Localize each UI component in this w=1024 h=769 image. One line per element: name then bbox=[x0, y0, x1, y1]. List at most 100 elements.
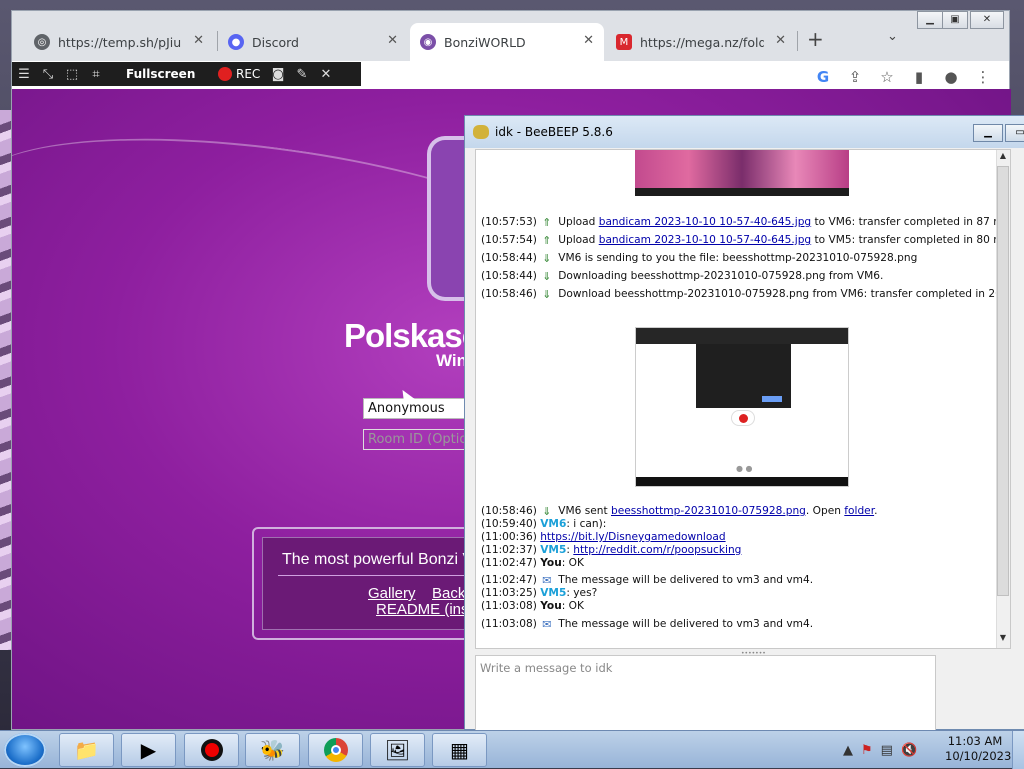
show-hidden-icons-icon[interactable]: ▲ bbox=[843, 743, 853, 758]
message-link[interactable]: http://reddit.com/r/poopsucking bbox=[573, 544, 741, 556]
bonzi-icon: ◉ bbox=[420, 34, 436, 50]
message-link[interactable]: bandicam 2023-10-10 10-57-40-645.jpg bbox=[599, 216, 811, 228]
screenshot-thumbnail[interactable] bbox=[635, 150, 849, 196]
record-icon[interactable] bbox=[218, 67, 232, 81]
message-link[interactable]: bandicam 2023-10-10 10-57-40-645.jpg bbox=[599, 234, 811, 246]
more-menu-icon[interactable]: ⋮ bbox=[967, 63, 999, 91]
media-player-icon[interactable]: ▶ bbox=[121, 733, 176, 767]
action-center-icon[interactable]: ⚑ bbox=[861, 743, 873, 758]
rec-label[interactable]: REC bbox=[236, 67, 266, 81]
close-recorder-icon[interactable]: ✕ bbox=[314, 67, 338, 82]
message-timestamp: (10:57:54) bbox=[481, 234, 541, 246]
scroll-down-icon[interactable]: ▼ bbox=[997, 633, 1009, 647]
share-icon[interactable]: ⇪ bbox=[839, 63, 871, 91]
maximize-button[interactable]: ▭ bbox=[1005, 124, 1024, 142]
tab-title: https://temp.sh/pJiuE/B... bbox=[58, 34, 182, 50]
recording-bar: ☰ ⤡ ⬚ ⌗ Fullscreen REC ◙ ✎ ✕ bbox=[12, 62, 361, 86]
fullscreen-label[interactable]: Fullscreen bbox=[126, 67, 206, 81]
chrome-icon[interactable] bbox=[308, 733, 363, 767]
tab-discord[interactable]: ● Discord ✕ bbox=[218, 23, 408, 61]
scroll-up-icon[interactable]: ▲ bbox=[997, 151, 1009, 165]
recorder-icon[interactable] bbox=[184, 733, 239, 767]
network-icon[interactable]: ▤ bbox=[881, 743, 893, 758]
mega-icon: M bbox=[616, 34, 632, 50]
close-window-button[interactable]: ✕ bbox=[970, 11, 1004, 29]
show-desktop-button[interactable] bbox=[1012, 731, 1024, 769]
message-text: Download beesshottmp-20231010-075928.png… bbox=[558, 288, 1011, 300]
close-tab-icon[interactable]: ✕ bbox=[193, 33, 204, 48]
message-link[interactable]: https://bit.ly/Disneygamedownload bbox=[540, 531, 725, 543]
readme-link[interactable]: README (ins bbox=[376, 601, 469, 618]
control-panel-icon[interactable]: ▦ bbox=[432, 733, 487, 767]
tab-title: Discord bbox=[252, 34, 299, 50]
screenshot-thumbnail[interactable]: ● ● bbox=[635, 327, 849, 487]
beebeep-icon[interactable]: 🐝 bbox=[245, 733, 300, 767]
message-sender: VM5 bbox=[540, 544, 567, 556]
clock-time: 11:03 AM bbox=[947, 734, 1003, 748]
message-sender: VM5 bbox=[540, 587, 567, 599]
close-tab-icon[interactable]: ✕ bbox=[387, 33, 398, 48]
gallery-link[interactable]: Gallery bbox=[368, 585, 416, 602]
crop-icon[interactable]: ⌗ bbox=[84, 67, 108, 82]
message-input[interactable]: Write a message to idk bbox=[475, 655, 936, 731]
message-link[interactable]: beesshottmp-20231010-075928.png bbox=[611, 505, 806, 517]
minimize-button[interactable]: ▁ bbox=[917, 11, 943, 29]
clock[interactable]: 11:03 AM 10/10/2023 bbox=[945, 734, 1011, 764]
side-panel-icon[interactable]: ▮ bbox=[903, 63, 935, 91]
envelope-icon: ✉ bbox=[542, 574, 552, 587]
start-button[interactable] bbox=[4, 733, 46, 767]
discord-icon: ● bbox=[228, 34, 244, 50]
profile-avatar-icon[interactable]: ● bbox=[935, 63, 967, 91]
tab-strip: ◎ https://temp.sh/pJiuE/B... ✕ ● Discord… bbox=[12, 11, 1009, 61]
bookmark-star-icon[interactable]: ☆ bbox=[871, 63, 903, 91]
message-text: VM6 sent bbox=[558, 505, 611, 517]
new-tab-button[interactable]: + bbox=[807, 27, 824, 51]
tab-mega[interactable]: M https://mega.nz/folder/... ✕ bbox=[606, 23, 796, 61]
chat-history: (10:57:53) ⇑ Upload bandicam 2023-10-10 1… bbox=[475, 149, 1011, 649]
message-timestamp: (10:58:46) bbox=[481, 505, 541, 517]
region-select-icon[interactable]: ⬚ bbox=[60, 67, 84, 82]
maximize-button[interactable]: ▣ bbox=[942, 11, 968, 29]
info-panel: The most powerful Bonzi V Gallery Backu … bbox=[252, 527, 492, 640]
site-brand-subtitle: Win bbox=[436, 351, 468, 370]
message-timestamp: (11:03:08) bbox=[481, 618, 541, 630]
volume-muted-icon[interactable]: 🔇 bbox=[901, 743, 917, 758]
message-timestamp: (10:58:46) bbox=[481, 288, 541, 300]
message-timestamp: (11:03:25) bbox=[481, 587, 541, 599]
chat-message: (11:02:47) ✉ The message will be delivere… bbox=[481, 574, 813, 587]
beebeep-titlebar[interactable]: idk - BeeBEEP 5.8.6 ▁ ▭ bbox=[465, 116, 1024, 148]
close-tab-icon[interactable]: ✕ bbox=[775, 33, 786, 48]
download-icon: ⇓ bbox=[542, 252, 552, 265]
message-timestamp: (10:59:40) bbox=[481, 518, 541, 530]
google-icon[interactable]: G bbox=[807, 63, 839, 91]
chat-message: (11:03:25) VM5: yes? bbox=[481, 587, 597, 599]
window-title: idk - BeeBEEP 5.8.6 bbox=[495, 125, 613, 139]
minimize-button[interactable]: ▁ bbox=[973, 124, 1003, 142]
panel-title: The most powerful Bonzi V bbox=[282, 551, 474, 568]
file-explorer-icon[interactable]: 📁 bbox=[59, 733, 114, 767]
message-timestamp: (11:00:36) bbox=[481, 531, 541, 543]
message-text: Upload bbox=[558, 234, 599, 246]
chat-message: (10:58:46) ⇓ Download beesshottmp-2023101… bbox=[481, 288, 1011, 301]
chat-scrollbar[interactable]: ▲ ▼ bbox=[996, 150, 1010, 648]
photo-viewer-icon[interactable]: 🖼 bbox=[370, 733, 425, 767]
chat-message: (11:02:47) You: OK bbox=[481, 557, 584, 569]
shrink-icon[interactable]: ⤡ bbox=[36, 67, 60, 82]
tab-search-chevron-icon[interactable]: ⌄ bbox=[887, 29, 898, 44]
globe-icon: ◎ bbox=[34, 34, 50, 50]
message-link[interactable]: folder bbox=[844, 505, 874, 517]
chat-message: (11:00:36) https://bit.ly/Disneygamedown… bbox=[481, 531, 726, 543]
tab-temp-sh[interactable]: ◎ https://temp.sh/pJiuE/B... ✕ bbox=[24, 23, 214, 61]
message-text: to VM6: transfer completed in 87 ms. bbox=[811, 216, 1011, 228]
camera-icon[interactable]: ◙ bbox=[266, 67, 290, 82]
chat-message: (11:03:08) ✉ The message will be delivere… bbox=[481, 618, 813, 631]
message-text: The message will be delivered to vm3 and… bbox=[558, 618, 814, 630]
message-sender: You bbox=[540, 600, 562, 612]
envelope-icon: ✉ bbox=[542, 618, 552, 631]
tab-bonziworld[interactable]: ◉ BonziWORLD ✕ bbox=[410, 23, 604, 61]
menu-icon[interactable]: ☰ bbox=[12, 67, 36, 82]
close-tab-icon[interactable]: ✕ bbox=[583, 33, 594, 48]
tab-title: https://mega.nz/folder/... bbox=[640, 34, 764, 50]
pencil-icon[interactable]: ✎ bbox=[290, 67, 314, 82]
scroll-thumb[interactable] bbox=[997, 166, 1009, 596]
